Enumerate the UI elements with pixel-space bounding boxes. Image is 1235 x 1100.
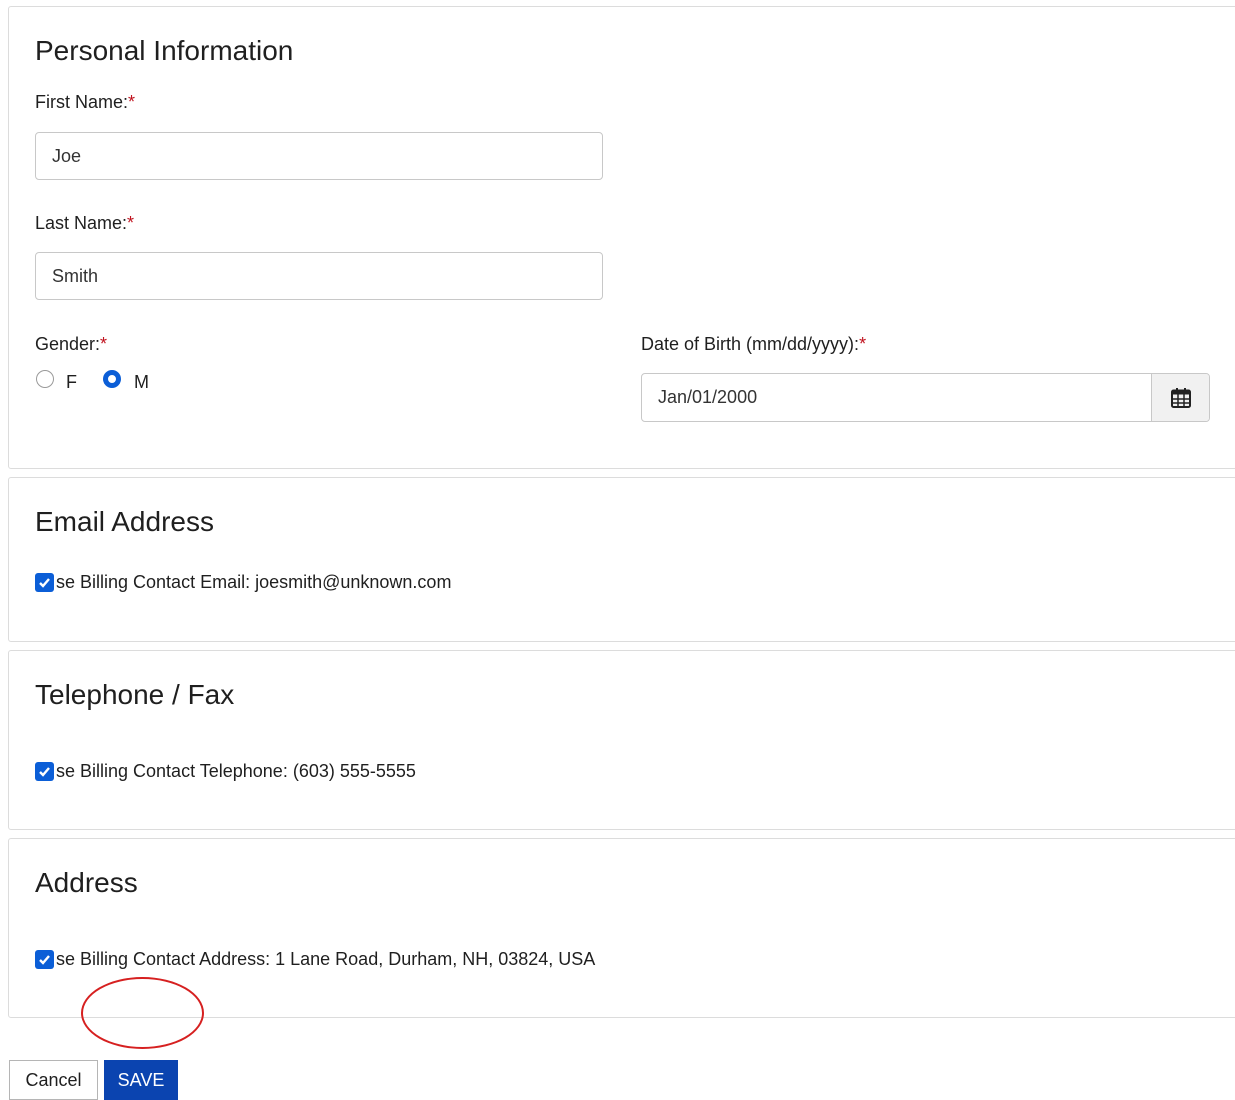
telephone-fax-title: Telephone / Fax [35,679,235,710]
calendar-icon [1170,387,1191,408]
required-asterisk: * [127,213,135,233]
gender-option-f-label: F [66,372,77,392]
email-address-panel: Email Address se Billing Contact Email: … [8,477,1235,642]
required-asterisk: * [859,334,867,354]
personal-information-title: Personal Information [35,35,294,66]
gender-label: Gender:* [35,334,108,354]
dob-label: Date of Birth (mm/dd/yyyy):* [641,334,867,354]
required-asterisk: * [128,92,136,112]
use-billing-address-row[interactable]: se Billing Contact Address: 1 Lane Road,… [35,949,595,970]
personal-information-panel: Personal Information First Name:* Last N… [8,6,1235,469]
address-title: Address [35,867,138,898]
last-name-input[interactable] [35,252,603,300]
dob-input[interactable] [642,374,1151,421]
telephone-fax-panel: Telephone / Fax se Billing Contact Telep… [8,650,1235,830]
use-billing-telephone-checkbox[interactable] [35,762,54,781]
first-name-input[interactable] [35,132,603,180]
calendar-button[interactable] [1151,374,1209,421]
required-asterisk: * [100,334,108,354]
use-billing-telephone-label: se Billing Contact Telephone: (603) 555-… [56,761,416,781]
use-billing-address-checkbox[interactable] [35,950,54,969]
checkmark-icon [39,955,50,965]
use-billing-email-label: se Billing Contact Email: joesmith@unkno… [56,572,452,592]
use-billing-address-label: se Billing Contact Address: 1 Lane Road,… [56,949,596,969]
use-billing-email-row[interactable]: se Billing Contact Email: joesmith@unkno… [35,572,451,593]
last-name-label: Last Name:* [35,213,135,233]
address-panel: Address se Billing Contact Address: 1 La… [8,838,1235,1018]
email-address-title: Email Address [35,506,214,537]
use-billing-telephone-row[interactable]: se Billing Contact Telephone: (603) 555-… [35,761,416,782]
checkmark-icon [39,767,50,777]
first-name-label: First Name:* [35,92,136,112]
cancel-button[interactable]: Cancel [9,1060,98,1100]
use-billing-email-checkbox[interactable] [35,573,54,592]
gender-radio-m[interactable] [103,370,121,388]
gender-option-m-label: M [134,372,149,392]
dob-input-group [641,373,1210,422]
save-button[interactable]: SAVE [104,1060,178,1100]
checkmark-icon [39,578,50,588]
gender-radio-f[interactable] [36,370,54,388]
